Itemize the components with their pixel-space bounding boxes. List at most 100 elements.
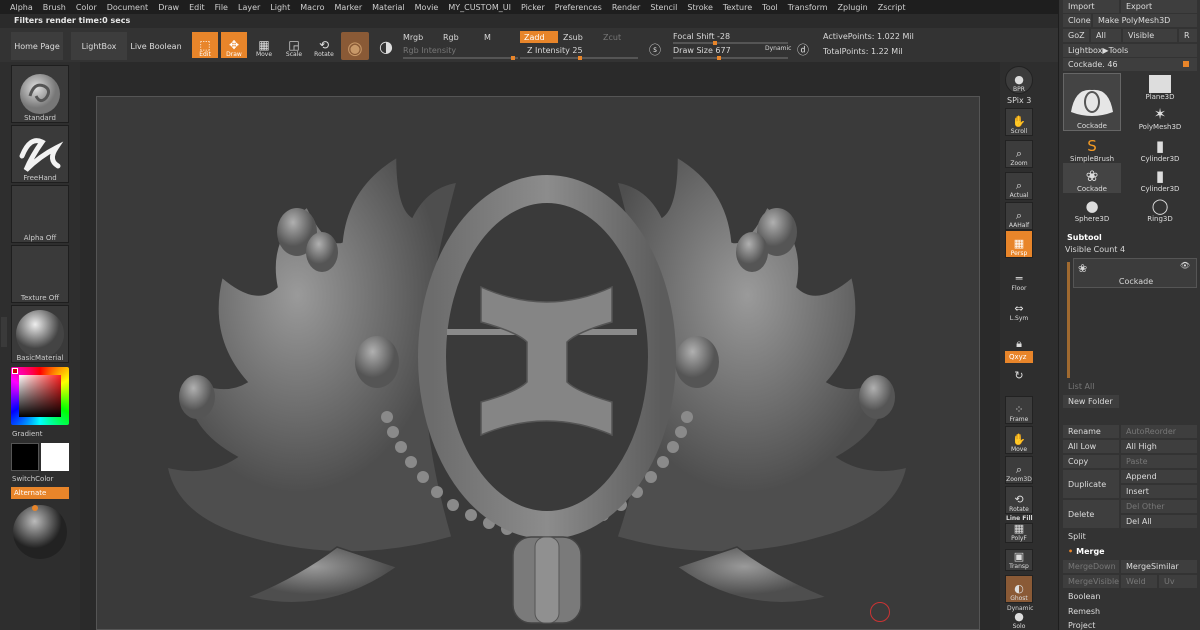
- tool-thumb-cockade[interactable]: Cockade: [1063, 73, 1121, 131]
- z-intensity-field[interactable]: Z Intensity 25: [527, 46, 583, 55]
- focal-shift-slider[interactable]: [673, 41, 788, 45]
- rotate-y-button[interactable]: ↻: [1005, 366, 1033, 382]
- goz-all-button[interactable]: All: [1091, 29, 1121, 42]
- all-low-button[interactable]: All Low: [1063, 440, 1119, 453]
- primary-color-swatch[interactable]: [11, 443, 39, 471]
- focal-shift-field[interactable]: Focal Shift -28: [673, 32, 730, 41]
- tool-thumb-cockade-2[interactable]: ❀ Cockade: [1063, 163, 1121, 193]
- menu-file[interactable]: File: [215, 3, 228, 12]
- menu-draw[interactable]: Draw: [158, 3, 179, 12]
- zcut-toggle[interactable]: Zcut: [603, 33, 621, 42]
- menu-marker[interactable]: Marker: [334, 3, 362, 12]
- actual-button[interactable]: ⌕ Actual: [1005, 172, 1033, 200]
- uv-button[interactable]: Uv: [1159, 575, 1197, 588]
- split-header[interactable]: Split: [1063, 530, 1197, 543]
- dynamic-icon-button[interactable]: ⓓ: [793, 36, 813, 56]
- rgb-intensity-slider[interactable]: [403, 56, 518, 60]
- xyz-toggle[interactable]: Qxyz: [1005, 351, 1033, 363]
- material-preview-button[interactable]: ◉: [341, 32, 369, 60]
- insert-button[interactable]: Insert: [1121, 485, 1197, 498]
- goz-r-button[interactable]: R: [1179, 29, 1197, 42]
- zoom-button[interactable]: ⌕ Zoom: [1005, 140, 1033, 168]
- del-all-button[interactable]: Del All: [1121, 515, 1197, 528]
- paste-button[interactable]: Paste: [1121, 455, 1197, 468]
- merge-header[interactable]: • Merge: [1063, 545, 1197, 558]
- tool-slider[interactable]: Cockade. 46: [1063, 58, 1197, 71]
- menu-edit[interactable]: Edit: [189, 3, 205, 12]
- menu-color[interactable]: Color: [76, 3, 97, 12]
- boolean-header[interactable]: Boolean: [1063, 590, 1197, 603]
- edit-mode-button[interactable]: ⬚ Edit: [192, 32, 218, 58]
- menu-document[interactable]: Document: [107, 3, 148, 12]
- dynamic-toggle[interactable]: Dynamic: [765, 45, 791, 52]
- lsym-button[interactable]: ⇔ L.Sym: [1005, 294, 1033, 322]
- delete-button[interactable]: Delete: [1063, 500, 1119, 528]
- menu-stencil[interactable]: Stencil: [650, 3, 677, 12]
- zsub-toggle[interactable]: Zsub: [563, 33, 583, 42]
- remesh-header[interactable]: Remesh: [1063, 605, 1197, 618]
- tool-thumb-cylinder3d[interactable]: ▮ Cylinder3D: [1131, 133, 1189, 164]
- secondary-color-swatch[interactable]: [41, 443, 69, 471]
- visibility-eye-icon[interactable]: 👁︎: [1180, 261, 1190, 270]
- home-page-button[interactable]: Home Page: [11, 32, 63, 60]
- menu-alpha[interactable]: Alpha: [10, 3, 33, 12]
- subtool-item-cockade[interactable]: ❀ 👁︎ Cockade: [1073, 258, 1197, 288]
- z-intensity-slider[interactable]: [520, 56, 638, 60]
- alternate-toggle[interactable]: Alternate: [11, 487, 69, 499]
- menu-render[interactable]: Render: [612, 3, 640, 12]
- merge-visible-button[interactable]: MergeVisible: [1063, 575, 1119, 588]
- draw-size-slider[interactable]: [673, 56, 788, 60]
- export-button[interactable]: Export: [1121, 0, 1197, 13]
- merge-similar-button[interactable]: MergeSimilar: [1121, 560, 1197, 573]
- project-header[interactable]: Project: [1063, 619, 1197, 630]
- menu-layer[interactable]: Layer: [238, 3, 260, 12]
- m-toggle[interactable]: M: [484, 33, 491, 42]
- live-boolean-button[interactable]: Live Boolean: [130, 32, 182, 60]
- move-view-button[interactable]: ✋ Move: [1005, 426, 1033, 454]
- menu-my-custom-ui[interactable]: MY_CUSTOM_UI: [448, 3, 511, 12]
- menu-picker[interactable]: Picker: [521, 3, 545, 12]
- copy-button[interactable]: Copy: [1063, 455, 1119, 468]
- ghost-button[interactable]: ◐ Ghost: [1005, 575, 1033, 603]
- menu-movie[interactable]: Movie: [415, 3, 439, 12]
- bpr-button[interactable]: ● BPR: [1005, 66, 1033, 94]
- tool-thumb-sphere3d[interactable]: ● Sphere3D: [1063, 193, 1121, 224]
- floor-button[interactable]: ═ Floor: [1005, 264, 1033, 292]
- subtool-scrollbar[interactable]: [1067, 262, 1070, 378]
- list-all-button[interactable]: List All: [1063, 380, 1119, 393]
- menu-brush[interactable]: Brush: [43, 3, 66, 12]
- clone-button[interactable]: Clone: [1063, 14, 1091, 27]
- brush-alpha-button[interactable]: ◑: [373, 32, 399, 58]
- scroll-button[interactable]: ✋ Scroll: [1005, 108, 1033, 136]
- merge-down-button[interactable]: MergeDown: [1063, 560, 1119, 573]
- rotate-button[interactable]: ⟲ Rotate: [311, 32, 337, 58]
- spix-field[interactable]: SPix 3: [1007, 96, 1031, 105]
- zadd-toggle[interactable]: Zadd: [520, 31, 558, 43]
- lock-button[interactable]: 🔒︎: [1005, 322, 1033, 350]
- tool-thumb-cylinder3d-2[interactable]: ▮ Cylinder3D: [1131, 163, 1189, 194]
- menu-zplugin[interactable]: Zplugin: [838, 3, 868, 12]
- draw-mode-button[interactable]: ✥ Draw: [221, 32, 247, 58]
- all-high-button[interactable]: All High: [1121, 440, 1197, 453]
- menu-macro[interactable]: Macro: [300, 3, 324, 12]
- scale-button[interactable]: ◲ Scale: [281, 32, 307, 58]
- line-fill-toggle[interactable]: Line Fill: [1006, 515, 1033, 522]
- persp-button[interactable]: ▦ Persp: [1005, 230, 1033, 258]
- move-button[interactable]: ▦ Move: [251, 32, 277, 58]
- tool-thumb-plane3d[interactable]: Plane3D: [1131, 73, 1189, 101]
- menu-zscript[interactable]: Zscript: [878, 3, 906, 12]
- viewport[interactable]: [80, 62, 1000, 630]
- saturation-square[interactable]: [19, 375, 61, 417]
- menu-stroke[interactable]: Stroke: [687, 3, 713, 12]
- menu-transform[interactable]: Transform: [788, 3, 828, 12]
- menu-tool[interactable]: Tool: [762, 3, 778, 12]
- mrgb-toggle[interactable]: Mrgb: [403, 33, 423, 42]
- draw-size-field[interactable]: Draw Size 677: [673, 46, 731, 55]
- zoom3d-button[interactable]: ⌕ Zoom3D: [1005, 456, 1033, 484]
- weld-button[interactable]: Weld: [1121, 575, 1157, 588]
- menu-material[interactable]: Material: [372, 3, 405, 12]
- append-button[interactable]: Append: [1121, 470, 1197, 483]
- tool-thumb-simplebrush[interactable]: S SimpleBrush: [1063, 133, 1121, 164]
- lightbox-tools-button[interactable]: Lightbox▶Tools: [1063, 44, 1197, 57]
- frame-button[interactable]: ⁘ Frame: [1005, 396, 1033, 424]
